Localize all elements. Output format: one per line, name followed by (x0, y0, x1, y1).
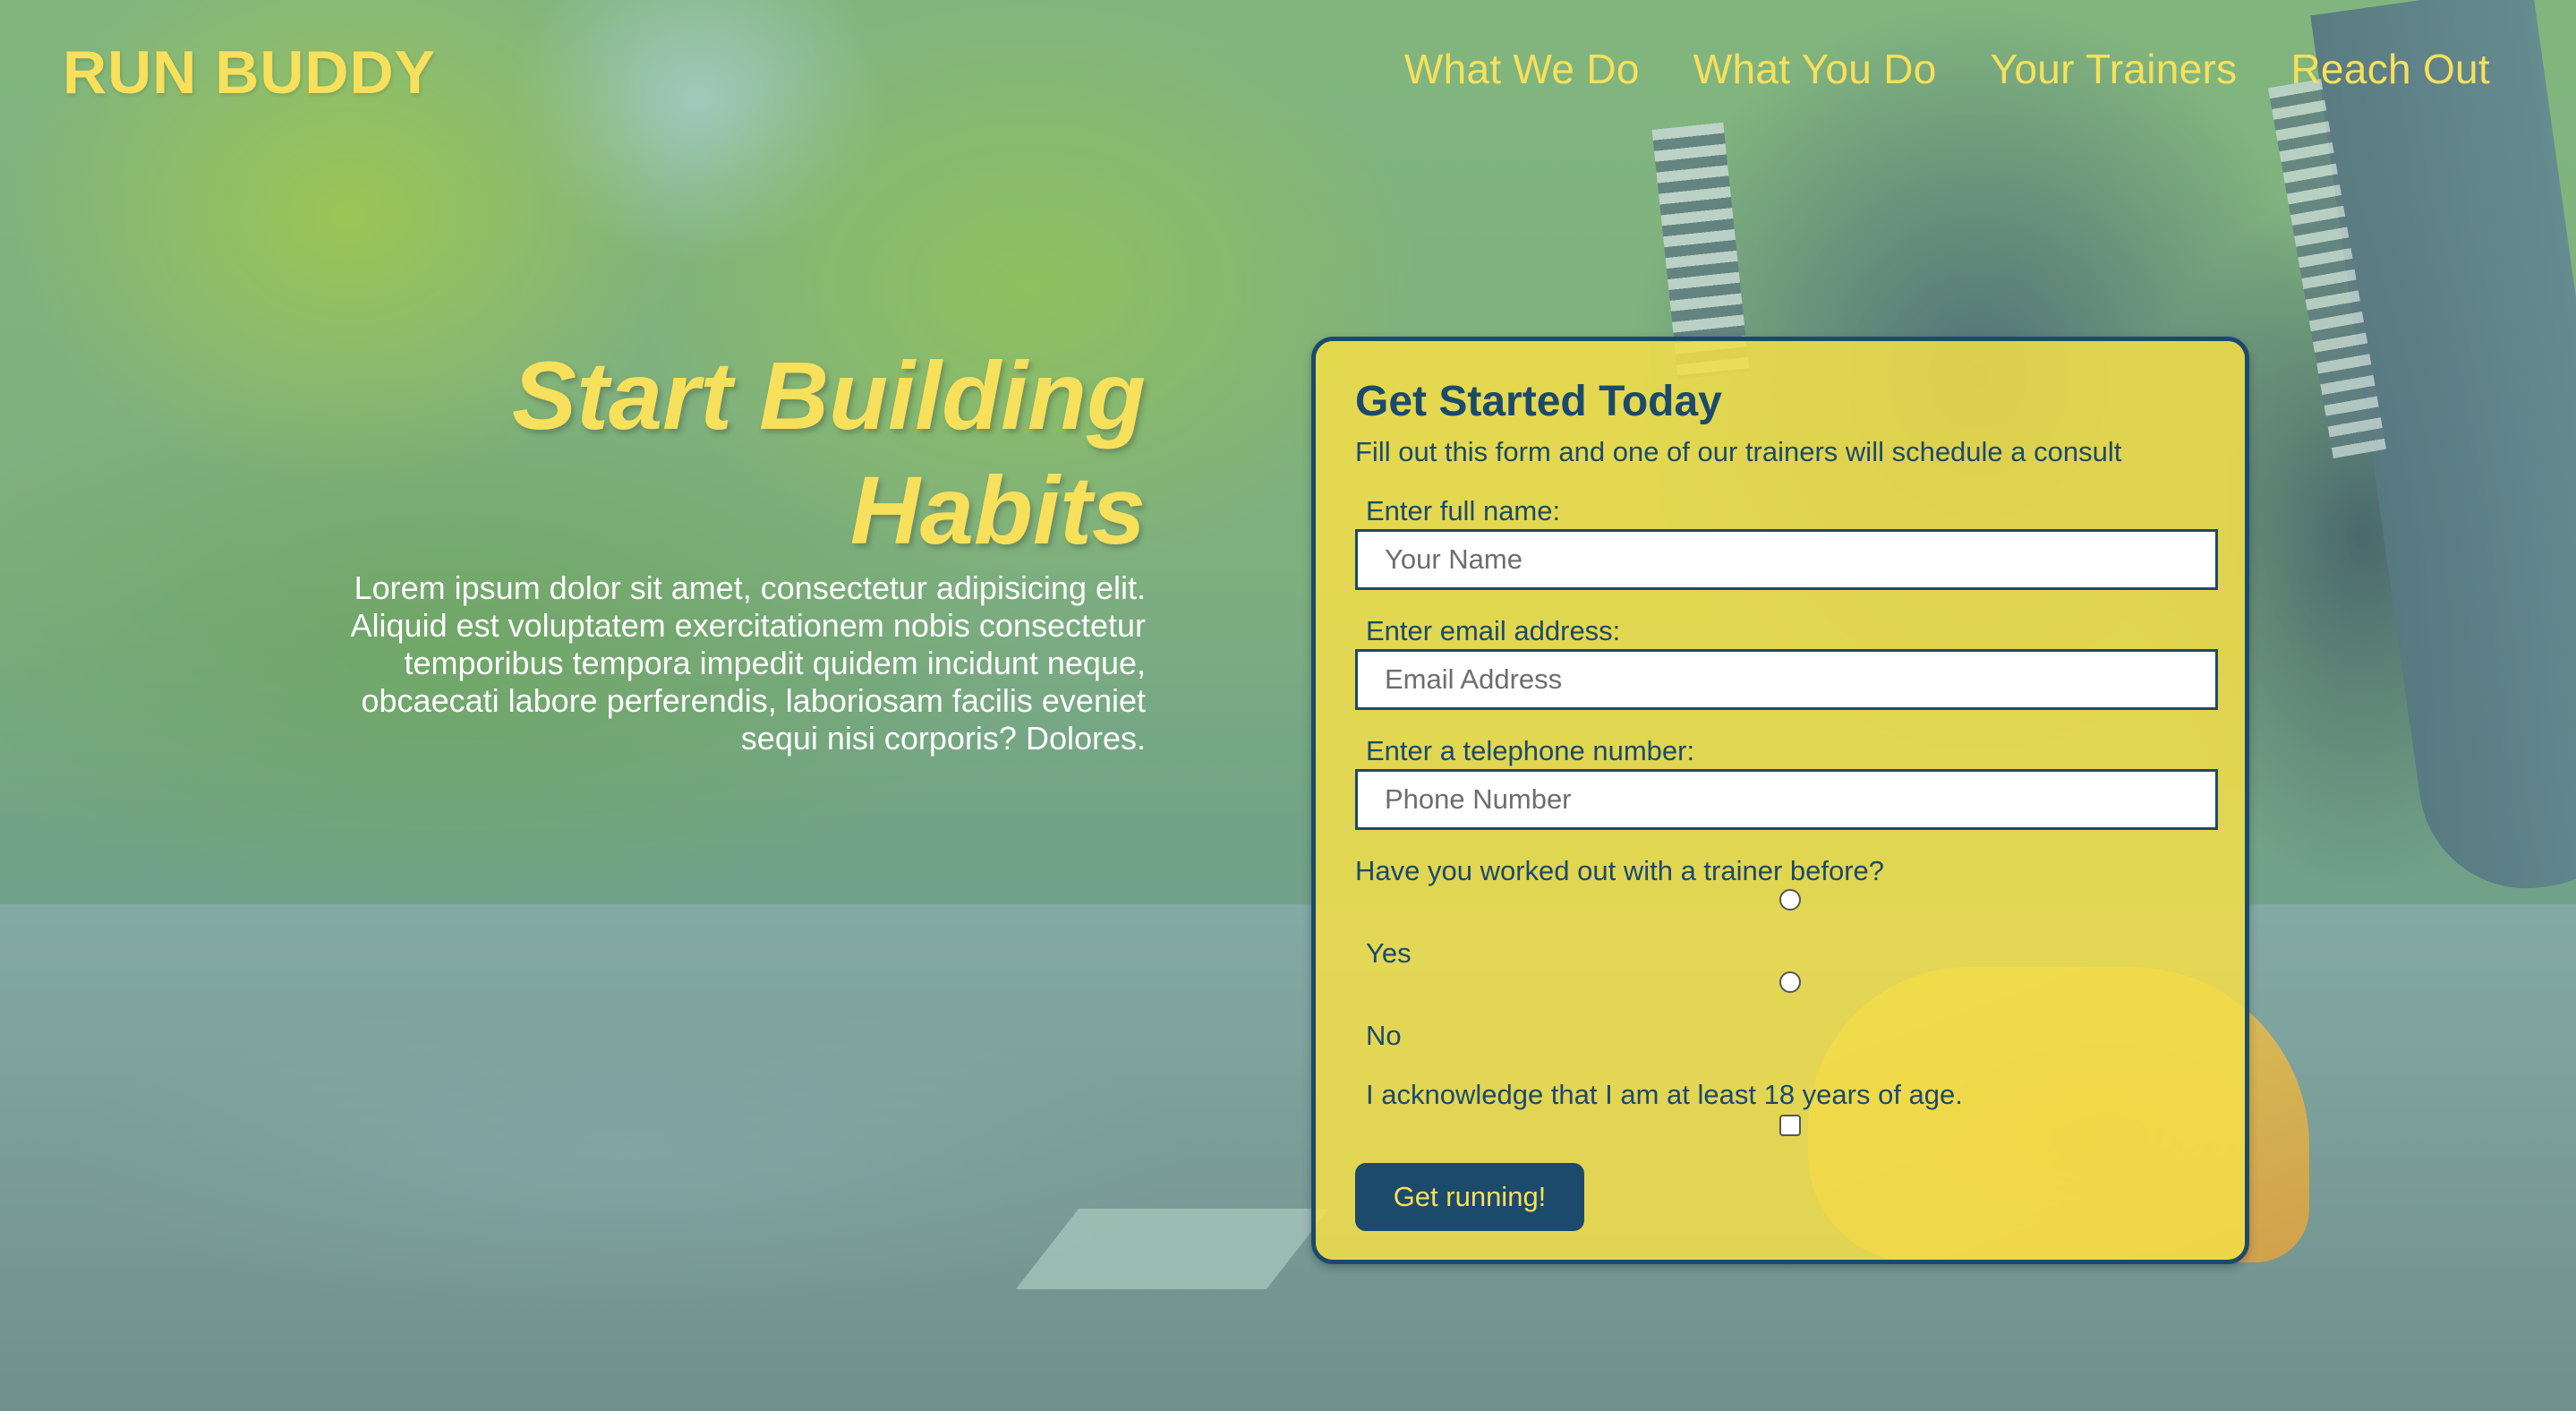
phone-input[interactable] (1355, 769, 2218, 830)
trainer-no-radio[interactable] (1779, 971, 1801, 993)
name-label: Enter full name: (1366, 495, 1561, 526)
trainer-no-label: No (1366, 1020, 1402, 1051)
form-title: Get Started Today (1355, 378, 1722, 425)
email-input[interactable] (1355, 649, 2218, 710)
phone-label: Enter a telephone number: (1366, 735, 1695, 766)
nav-item-your-trainers: Your Trainers (1991, 45, 2238, 93)
signup-form-card: Get Started Today Fill out this form and… (1311, 337, 2249, 1264)
hero-title: Start Building Habits (340, 338, 1146, 568)
trainer-question: Have you worked out with a trainer befor… (1355, 855, 1885, 886)
hero-title-line-2: Habits (849, 456, 1146, 564)
nav-item-what-we-do: What We Do (1404, 45, 1640, 93)
nav-link-what-you-do[interactable]: What You Do (1693, 46, 1937, 92)
trainer-yes-radio[interactable] (1779, 889, 1801, 911)
trainer-yes-label: Yes (1366, 937, 1412, 969)
email-label: Enter email address: (1366, 615, 1621, 646)
age-acknowledgement-label: I acknowledge that I am at least 18 year… (1366, 1079, 1963, 1110)
main-nav: What We Do What You Do Your Trainers Rea… (1404, 45, 2490, 93)
age-acknowledgement-checkbox[interactable] (1779, 1115, 1801, 1136)
nav-item-what-you-do: What You Do (1693, 45, 1937, 93)
nav-link-your-trainers[interactable]: Your Trainers (1991, 46, 2238, 92)
name-input[interactable] (1355, 529, 2218, 590)
get-running-button[interactable]: Get running! (1355, 1163, 1584, 1231)
hero-description: Lorem ipsum dolor sit amet, consectetur … (350, 569, 1146, 757)
nav-link-reach-out[interactable]: Reach Out (2290, 46, 2490, 92)
site-logo[interactable]: RUN BUDDY (63, 38, 436, 107)
nav-item-reach-out: Reach Out (2290, 45, 2490, 93)
hero-title-line-1: Start Building (512, 341, 1146, 449)
nav-link-what-we-do[interactable]: What We Do (1404, 46, 1640, 92)
form-subtitle: Fill out this form and one of our traine… (1355, 436, 2122, 467)
